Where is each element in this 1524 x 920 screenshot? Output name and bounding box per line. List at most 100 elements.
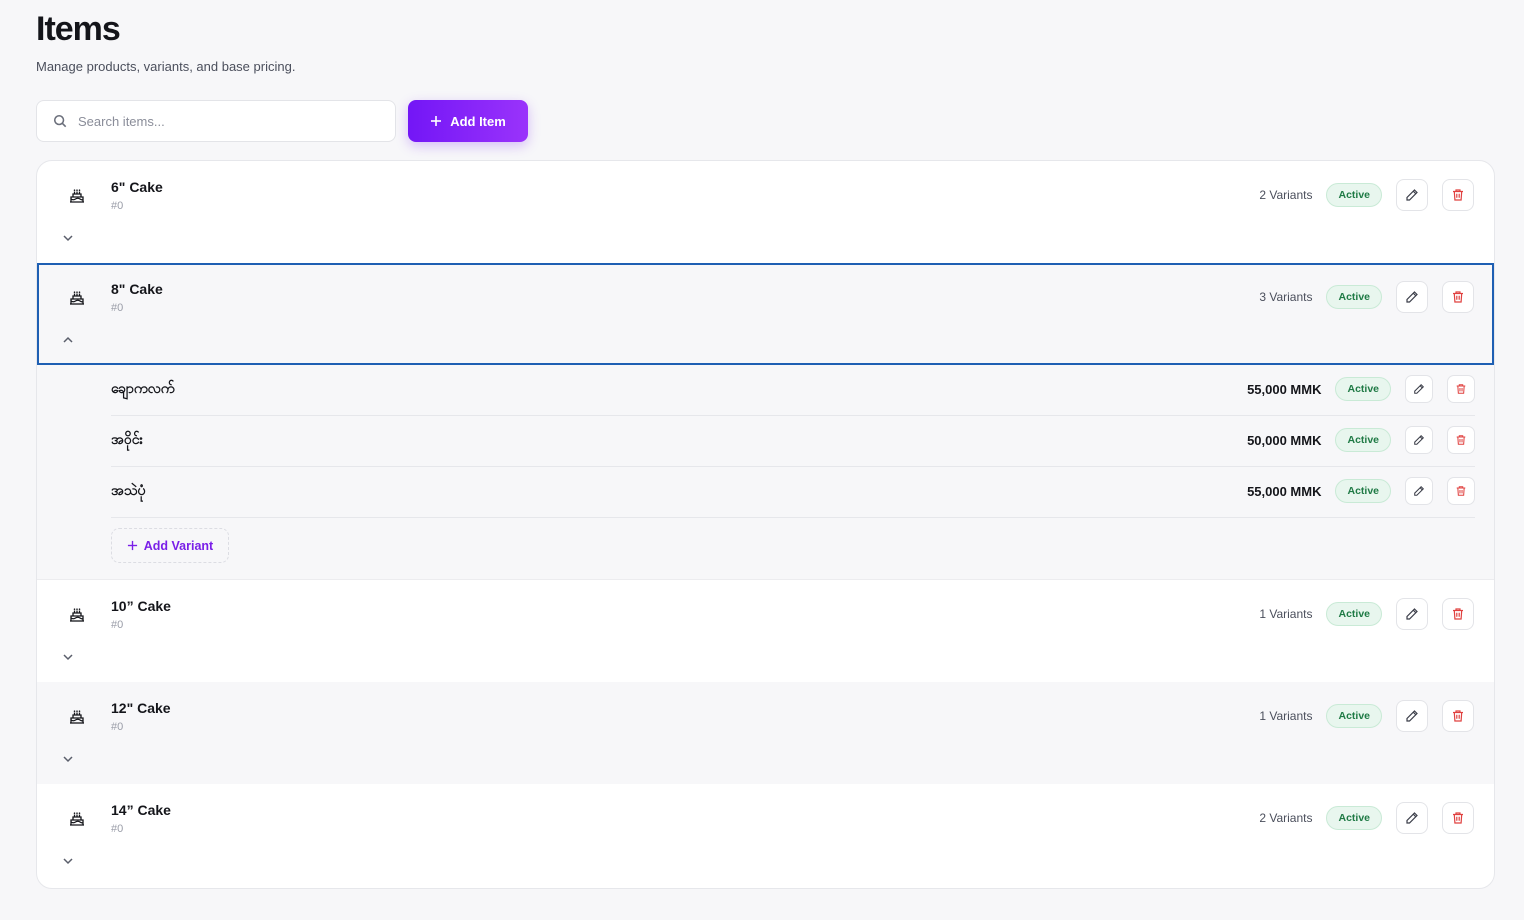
variant-name: ချောကလက် [111, 381, 175, 397]
pencil-icon [1414, 485, 1425, 496]
variants-panel: ချောကလက် 55,000 MMK Active အဝိုင်း 50,00… [37, 365, 1494, 580]
chevron-down-icon[interactable] [61, 752, 75, 766]
status-badge: Active [1335, 479, 1391, 503]
edit-item-button[interactable] [1396, 179, 1428, 211]
variant-name: အဝိုင်း [111, 432, 144, 448]
item-name: 12" Cake [111, 700, 171, 716]
pencil-icon [1406, 812, 1418, 824]
status-badge: Active [1326, 602, 1382, 626]
trash-icon [1456, 384, 1466, 394]
edit-item-button[interactable] [1396, 700, 1428, 732]
chevron-down-icon[interactable] [61, 650, 75, 664]
pencil-icon [1406, 291, 1418, 303]
chevron-up-icon[interactable] [61, 333, 75, 347]
trash-icon [1456, 486, 1466, 496]
plus-icon [127, 540, 137, 551]
items-list: 6" Cake #0 2 Variants Active 8" Cake #0 [36, 160, 1495, 889]
variant-count: 3 Variants [1259, 290, 1313, 304]
variant-actions: 55,000 MMK Active [1247, 375, 1475, 403]
variant-name: အသဲပုံ [111, 483, 146, 499]
trash-icon [1456, 435, 1466, 445]
edit-variant-button[interactable] [1405, 375, 1433, 403]
trash-icon [1453, 710, 1463, 722]
add-variant-label: Add Variant [143, 538, 214, 553]
variant-actions: 50,000 MMK Active [1247, 426, 1475, 454]
item-actions: 3 Variants Active [1259, 281, 1474, 313]
variant-count: 2 Variants [1259, 188, 1313, 202]
item-row[interactable]: 10” Cake #0 1 Variants Active [37, 580, 1494, 682]
search-box[interactable] [36, 100, 396, 142]
chevron-down-icon[interactable] [61, 854, 75, 868]
item-code: #0 [111, 302, 124, 314]
edit-item-button[interactable] [1396, 802, 1428, 834]
status-badge: Active [1326, 806, 1382, 830]
item-code: #0 [111, 721, 124, 733]
variant-row[interactable]: အသဲပုံ 55,000 MMK Active [111, 467, 1475, 518]
delete-variant-button[interactable] [1447, 426, 1475, 454]
item-name: 6" Cake [111, 179, 163, 195]
page-title: Items [36, 10, 121, 48]
trash-icon [1453, 291, 1463, 303]
edit-variant-button[interactable] [1405, 477, 1433, 505]
variant-count: 1 Variants [1259, 709, 1313, 723]
trash-icon [1453, 189, 1463, 201]
edit-item-button[interactable] [1396, 598, 1428, 630]
trash-icon [1453, 608, 1463, 620]
cake-icon [70, 608, 84, 622]
item-name: 14” Cake [111, 802, 171, 818]
item-code: #0 [111, 200, 124, 212]
item-row[interactable]: 6" Cake #0 2 Variants Active [37, 161, 1494, 263]
edit-variant-button[interactable] [1405, 426, 1433, 454]
pencil-icon [1414, 383, 1425, 394]
item-actions: 2 Variants Active [1259, 179, 1474, 211]
add-variant-button[interactable]: Add Variant [111, 528, 229, 563]
cake-icon [70, 812, 84, 826]
add-item-label: Add Item [450, 113, 506, 129]
item-code: #0 [111, 823, 124, 835]
delete-item-button[interactable] [1442, 179, 1474, 211]
variant-row[interactable]: အဝိုင်း 50,000 MMK Active [111, 416, 1475, 467]
item-actions: 1 Variants Active [1259, 700, 1474, 732]
pencil-icon [1406, 710, 1418, 722]
status-badge: Active [1326, 285, 1382, 309]
delete-variant-button[interactable] [1447, 477, 1475, 505]
item-name: 8" Cake [111, 281, 163, 297]
trash-icon [1453, 812, 1463, 824]
cake-icon [70, 189, 84, 203]
variant-price: 55,000 MMK [1247, 483, 1322, 499]
cake-icon [70, 291, 84, 305]
page-subtitle: Manage products, variants, and base pric… [36, 59, 296, 74]
plus-icon [431, 116, 442, 126]
variant-row[interactable]: ချောကလက် 55,000 MMK Active [111, 365, 1475, 416]
item-row[interactable]: 12" Cake #0 1 Variants Active [37, 682, 1494, 784]
search-input[interactable] [78, 113, 395, 129]
item-row-selected[interactable]: 8" Cake #0 3 Variants Active [37, 263, 1494, 365]
pencil-icon [1406, 608, 1418, 620]
item-actions: 2 Variants Active [1259, 802, 1474, 834]
add-item-button[interactable]: Add Item [408, 100, 528, 142]
variant-actions: 55,000 MMK Active [1247, 477, 1475, 505]
item-row[interactable]: 14” Cake #0 2 Variants Active [37, 784, 1494, 886]
delete-item-button[interactable] [1442, 802, 1474, 834]
search-icon [53, 114, 67, 128]
delete-item-button[interactable] [1442, 700, 1474, 732]
delete-variant-button[interactable] [1447, 375, 1475, 403]
pencil-icon [1406, 189, 1418, 201]
chevron-down-icon[interactable] [61, 231, 75, 245]
edit-item-button[interactable] [1396, 281, 1428, 313]
delete-item-button[interactable] [1442, 281, 1474, 313]
status-badge: Active [1326, 704, 1382, 728]
variant-price: 55,000 MMK [1247, 381, 1322, 397]
item-name: 10” Cake [111, 598, 171, 614]
item-code: #0 [111, 619, 124, 631]
variant-count: 2 Variants [1259, 811, 1313, 825]
pencil-icon [1414, 434, 1425, 445]
item-actions: 1 Variants Active [1259, 598, 1474, 630]
delete-item-button[interactable] [1442, 598, 1474, 630]
items-page: Items Manage products, variants, and bas… [0, 0, 1524, 920]
status-badge: Active [1335, 428, 1391, 452]
variant-count: 1 Variants [1259, 607, 1313, 621]
status-badge: Active [1335, 377, 1391, 401]
cake-icon [70, 710, 84, 724]
variant-price: 50,000 MMK [1247, 432, 1322, 448]
